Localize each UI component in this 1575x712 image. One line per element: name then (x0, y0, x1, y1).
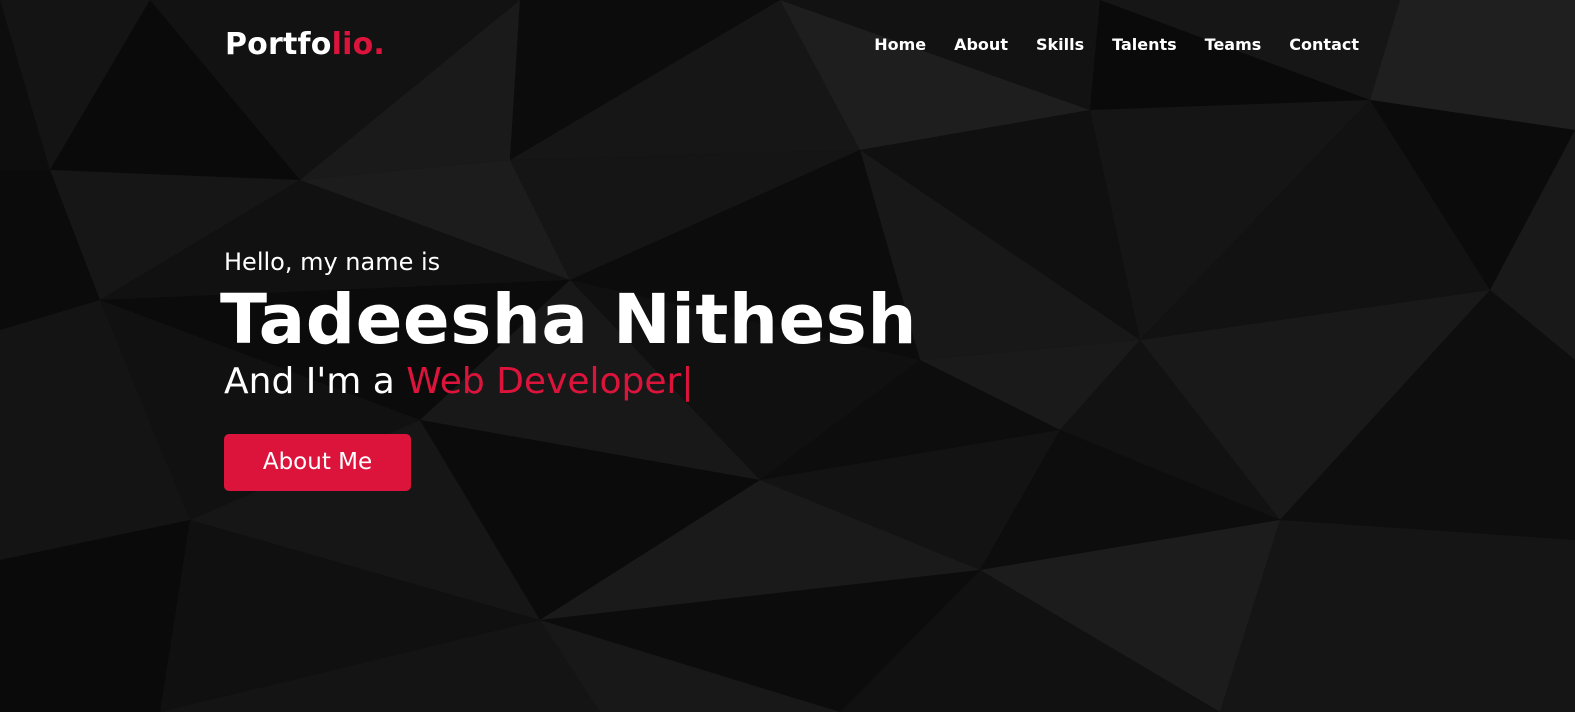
hero-role-typed: Web Developer (406, 361, 682, 402)
navbar: Portfolio. Home About Skills Talents Tea… (0, 0, 1575, 92)
logo-main: Portfo (225, 27, 332, 62)
nav-link-contact[interactable]: Contact (1289, 35, 1359, 54)
logo[interactable]: Portfolio. (225, 26, 385, 64)
logo-accent: lio. (331, 27, 385, 62)
nav-item-teams: Teams (1205, 34, 1262, 56)
nav-link-about[interactable]: About (954, 35, 1008, 54)
nav-menu: Home About Skills Talents Teams Contact (874, 34, 1359, 56)
nav-link-home[interactable]: Home (874, 35, 926, 54)
nav-link-teams[interactable]: Teams (1205, 35, 1262, 54)
about-me-button[interactable]: About Me (224, 434, 411, 491)
nav-item-about: About (954, 34, 1008, 56)
hero-role: And I'm a Web Developer| (224, 360, 917, 404)
nav-link-talents[interactable]: Talents (1112, 35, 1177, 54)
typing-cursor: | (681, 361, 694, 402)
nav-link-skills[interactable]: Skills (1036, 35, 1084, 54)
nav-item-home: Home (874, 34, 926, 56)
hero-greeting: Hello, my name is (224, 248, 441, 276)
nav-item-contact: Contact (1289, 34, 1359, 56)
hero-name: Tadeesha Nithesh (220, 280, 917, 360)
hero-section: Hello, my name is Tadeesha Nithesh And I… (220, 246, 917, 491)
hero-role-prefix: And I'm a (224, 361, 407, 402)
nav-item-skills: Skills (1036, 34, 1084, 56)
nav-item-talents: Talents (1112, 34, 1177, 56)
